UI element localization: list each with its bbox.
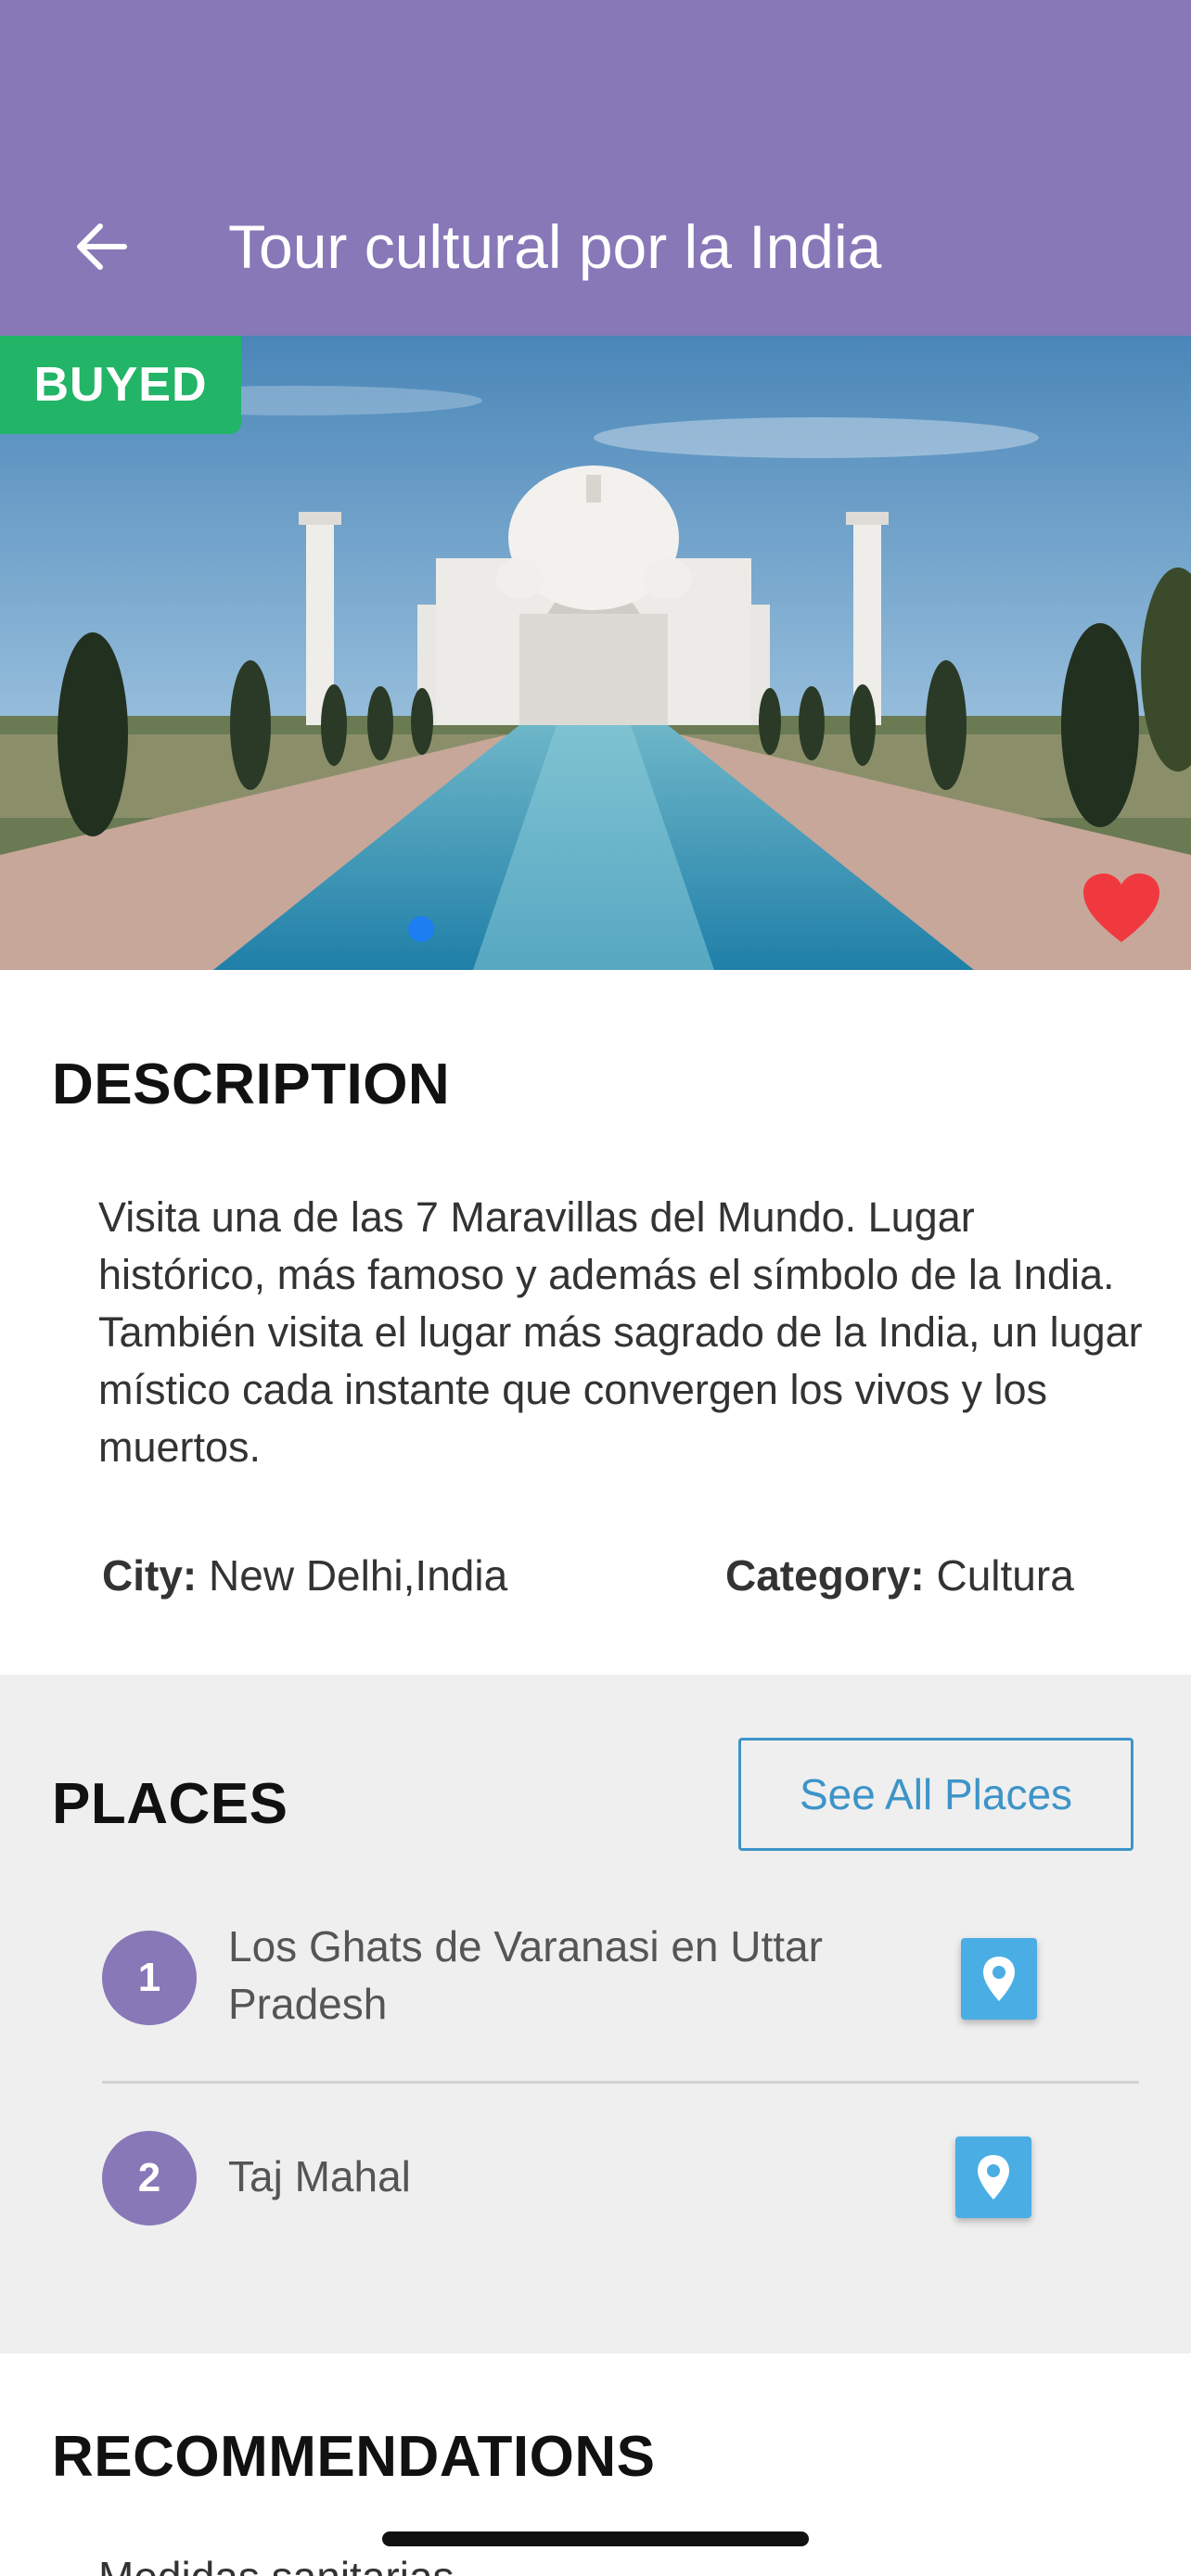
place-number-badge: 2 xyxy=(102,2131,197,2225)
app-bar: Tour cultural por la India xyxy=(0,0,1191,336)
category-value: Cultura xyxy=(936,1551,1074,1600)
city-value: New Delhi,India xyxy=(209,1551,508,1600)
home-indicator[interactable] xyxy=(382,2531,809,2546)
map-pin-icon xyxy=(983,1957,1015,2001)
recommendations-heading: RECOMMENDATIONS xyxy=(52,2425,656,2489)
back-button[interactable] xyxy=(65,210,139,284)
heart-icon xyxy=(1083,874,1159,942)
purchased-badge: BUYED xyxy=(0,336,241,434)
category-label: Category: xyxy=(725,1551,925,1600)
place-map-button[interactable] xyxy=(955,2136,1031,2218)
carousel-dot-active[interactable] xyxy=(408,916,434,942)
city-info: City: New Delhi,India xyxy=(102,1550,507,1600)
city-label: City: xyxy=(102,1551,198,1600)
description-text: Visita una de las 7 Maravillas del Mundo… xyxy=(98,1193,1143,1471)
favorite-button[interactable] xyxy=(1082,872,1161,946)
map-pin-icon xyxy=(978,2155,1009,2200)
place-number-badge: 1 xyxy=(102,1931,197,2025)
place-name[interactable]: Taj Mahal xyxy=(228,2148,915,2205)
description-heading: DESCRIPTION xyxy=(52,1052,451,1116)
category-info: Category: Cultura xyxy=(725,1550,1074,1600)
arrow-left-icon xyxy=(77,223,127,270)
place-map-button[interactable] xyxy=(961,1938,1037,2020)
page-title: Tour cultural por la India xyxy=(228,212,882,281)
recommendation-item: Medidas sanitarias xyxy=(98,2552,455,2576)
see-all-places-button[interactable]: See All Places xyxy=(738,1738,1133,1851)
places-divider xyxy=(102,2081,1139,2084)
carousel-indicator xyxy=(408,916,486,942)
carousel-dot[interactable] xyxy=(460,916,486,942)
place-name[interactable]: Los Ghats de Varanasi en Uttar Pradesh xyxy=(228,1918,915,2033)
places-heading: PLACES xyxy=(52,1772,288,1836)
